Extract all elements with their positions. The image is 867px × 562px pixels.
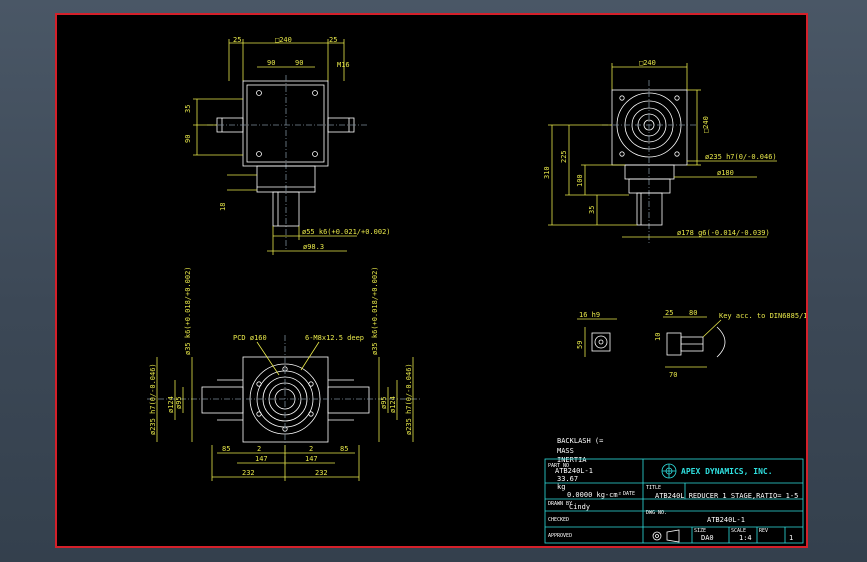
pcd-label: PCD ø160: [233, 334, 267, 342]
dim-right-shaft: ø35 k6(+0.018/+0.002): [371, 266, 379, 355]
drawing-sheet: 25 □240 25 90 90 M16 35 90 18 ø55 k6(+0.…: [55, 13, 808, 548]
scale: 1:4: [739, 534, 752, 542]
dim-left-18: 18: [219, 203, 227, 211]
key-dim-25: 25: [665, 309, 673, 317]
key-dim-59: 59: [576, 341, 584, 349]
key-note: Key acc. to DIN6885/1: [719, 312, 806, 320]
front-view: 25 □240 25 90 90 M16 35 90 18 ø55 k6(+0.…: [184, 36, 391, 255]
dim-bottom: ø178 g6(-0.014/-0.039): [677, 229, 770, 237]
backlash-note: BACKLASH (=: [557, 437, 603, 445]
dim-b-147-l: 147: [255, 455, 268, 463]
mass-note: MASS: [557, 447, 574, 455]
mass-value: 33.67: [557, 475, 578, 483]
dim-left-shaft: ø35 k6(+0.018/+0.002): [184, 266, 192, 355]
dim-b-85-r: 85: [340, 445, 348, 453]
dim-b-232-l: 232: [242, 469, 255, 477]
dim-35: 35: [588, 206, 596, 214]
dim-left-35: 35: [184, 105, 192, 113]
dim-flange: ø98.3: [303, 243, 324, 251]
part-no: ATB240L-1: [555, 467, 593, 475]
dim-b-2-r: 2: [309, 445, 313, 453]
company-logo: [661, 463, 677, 479]
label-date: DATE: [623, 491, 635, 497]
dim-b-232-r: 232: [315, 469, 328, 477]
key-dim-70: 70: [669, 371, 677, 379]
dim-top-left: 25: [233, 36, 241, 44]
label-dwg: DWG NO.: [646, 510, 667, 516]
dim-right-124: ø124: [389, 396, 397, 413]
dim-top-right: 25: [329, 36, 337, 44]
dim-left-95: ø95: [175, 396, 183, 409]
dim-b-2-l: 2: [257, 445, 261, 453]
dim-inner-right: 90: [295, 59, 303, 67]
dim-right-95: ø95: [380, 396, 388, 409]
rev: 1: [789, 534, 793, 542]
dim-100: 100: [576, 174, 584, 187]
dim-left-90: 90: [184, 135, 192, 143]
title-block: PART NO ATB240L-1 33.67 kg 0.0000 kg-cm²…: [544, 458, 804, 544]
dim-left-124: ø124: [167, 396, 175, 413]
dim-b-85-l: 85: [222, 445, 230, 453]
dim-thread: M16: [337, 61, 350, 69]
dim-right-square: □240: [702, 116, 710, 133]
projection-symbol: [652, 529, 680, 543]
dim-shaft: ø55 k6(+0.021/+0.002): [302, 228, 391, 236]
notes: BACKLASH (= MASS INERTIA: [557, 437, 603, 464]
size: DA0: [701, 534, 714, 542]
side-view: PCD ø160 6-M8x12.5 deep ø35 k6(+0.018/+0…: [147, 266, 422, 481]
label-title: TITLE: [646, 485, 661, 491]
mass-unit: kg: [557, 483, 565, 491]
dim-bore: ø235 h7(0/-0.046): [705, 153, 777, 161]
label-checked: CHECKED: [548, 517, 569, 523]
dim-top-center: □240: [275, 36, 292, 44]
dim-right-bore: ø235 h7(0/-0.046): [405, 363, 413, 435]
key-dim-10: 10: [654, 333, 662, 341]
key-dim-80: 80: [689, 309, 697, 317]
dim-left-bore: ø235 h7(0/-0.046): [149, 363, 157, 435]
dim-inner-left: 90: [267, 59, 275, 67]
label-approved: APPROVED: [548, 533, 572, 539]
dim-b-147-r: 147: [305, 455, 318, 463]
dim-pilot: ø180: [717, 169, 734, 177]
tap-label: 6-M8x12.5 deep: [305, 334, 364, 342]
drawn-by: Cindy: [569, 503, 590, 511]
top-view: □240 □240 310 225 100 35 ø235 h7(0/-0.04…: [543, 59, 777, 245]
dim-310: 310: [543, 166, 551, 179]
key-dim-16: 16 h9: [579, 311, 600, 319]
dim-225: 225: [560, 150, 568, 163]
label-rev: REV: [759, 528, 768, 534]
cad-drawing: 25 □240 25 90 90 M16 35 90 18 ø55 k6(+0.…: [147, 36, 806, 544]
company-name: APEX DYNAMICS, INC.: [681, 467, 773, 476]
dim-top-square: □240: [639, 59, 656, 67]
key-detail: 16 h9 59 25 80 10 70 Key acc. to DIN6885…: [576, 309, 806, 379]
drawing-title: ATB240L REDUCER 1 STAGE,RATIO= 1-5: [655, 492, 798, 500]
inertia-value: 0.0000 kg-cm²: [567, 491, 622, 499]
dwg-no: ATB240L-1: [707, 516, 745, 524]
